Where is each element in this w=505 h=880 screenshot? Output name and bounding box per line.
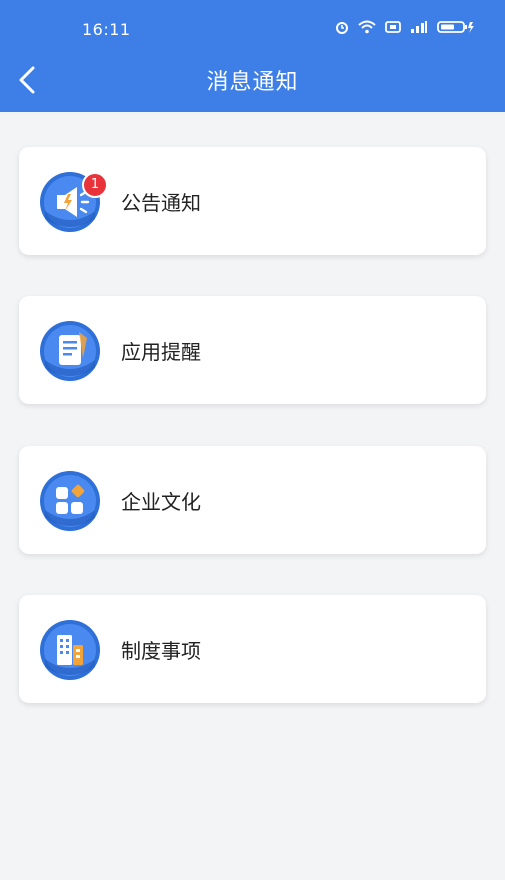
signal-icon <box>410 19 428 38</box>
hd-icon <box>385 19 401 38</box>
document-icon <box>39 320 101 382</box>
building-icon <box>39 619 101 681</box>
page-title: 消息通知 <box>206 70 299 95</box>
menu-item-policies[interactable]: 制度事项 <box>19 595 486 703</box>
apps-icon <box>39 470 101 532</box>
status-icons <box>335 19 475 38</box>
app-header: 16:11 消息通知 <box>0 0 505 112</box>
menu-item-app-reminders[interactable]: 应用提醒 <box>19 296 486 404</box>
menu-item-label: 应用提醒 <box>121 340 201 364</box>
battery-icon <box>437 19 475 38</box>
wifi-icon <box>358 19 376 38</box>
menu-item-label: 公告通知 <box>121 191 201 215</box>
alarm-icon <box>335 19 349 38</box>
menu-item-corporate-culture[interactable]: 企业文化 <box>19 446 486 554</box>
notification-badge: 1 <box>82 172 108 198</box>
status-time: 16:11 <box>82 20 131 39</box>
menu-item-announcements[interactable]: 公告通知 <box>19 147 486 255</box>
menu-item-label: 企业文化 <box>121 490 201 514</box>
menu-item-label: 制度事项 <box>121 639 201 663</box>
